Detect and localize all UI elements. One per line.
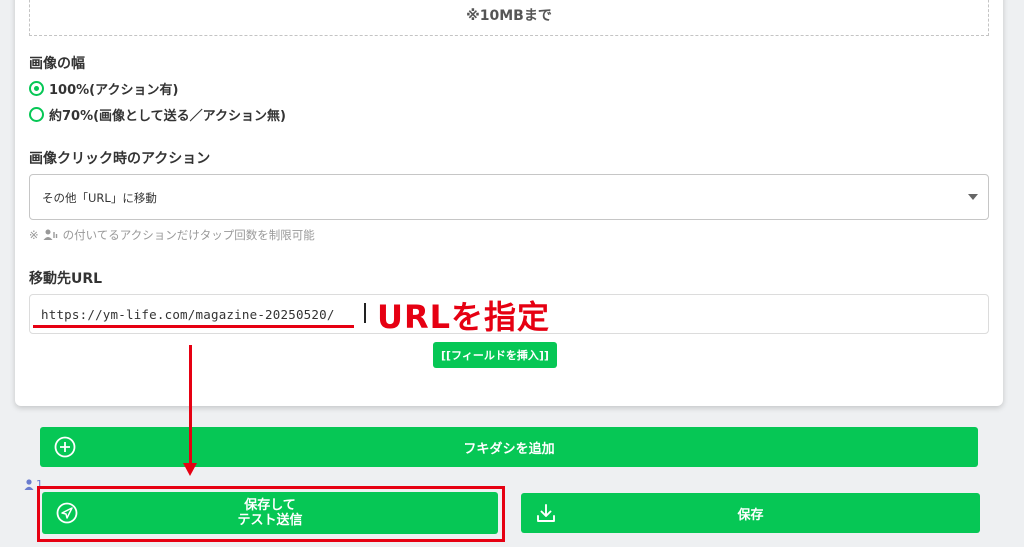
click-action-selected-value: その他「URL」に移動 bbox=[42, 191, 157, 205]
plus-circle-icon bbox=[54, 436, 76, 458]
text-caret bbox=[364, 303, 366, 323]
radio-width-70[interactable]: 約70%(画像として送る／アクション無) bbox=[29, 105, 286, 124]
add-bubble-button[interactable]: フキダシを追加 bbox=[40, 427, 978, 467]
person-icon bbox=[24, 479, 34, 490]
image-upload-dropzone[interactable]: ※10MBまで bbox=[29, 0, 989, 36]
dropdown-arrow-icon[interactable] bbox=[968, 194, 978, 200]
radio-width-100-label: 100%(アクション有) bbox=[49, 83, 179, 98]
insert-field-button[interactable]: [[フィールドを挿入]] bbox=[433, 342, 557, 368]
add-bubble-label: フキダシを追加 bbox=[463, 441, 555, 457]
download-icon bbox=[537, 504, 555, 522]
click-action-label: 画像クリック時のアクション bbox=[29, 151, 211, 167]
radio-checked-icon[interactable] bbox=[29, 81, 44, 96]
radio-width-100[interactable]: 100%(アクション有) bbox=[29, 79, 178, 98]
image-width-label: 画像の幅 bbox=[29, 56, 85, 72]
hint-prefix: ※ bbox=[29, 228, 39, 242]
message-editor-card: ※10MBまで 画像の幅 100%(アクション有) 約70%(画像として送る／ア… bbox=[15, 0, 1003, 406]
destination-url-label: 移動先URL bbox=[29, 271, 103, 287]
hint-text: の付いてるアクションだけタップ回数を制限可能 bbox=[62, 228, 315, 242]
save-label: 保存 bbox=[737, 507, 764, 523]
user-limit-icon bbox=[43, 229, 57, 240]
annotation-arrow-head-icon bbox=[183, 463, 197, 476]
annotation-highlight-box bbox=[37, 486, 505, 542]
annotation-text: URLを指定 bbox=[377, 298, 551, 336]
click-action-select[interactable]: その他「URL」に移動 bbox=[29, 174, 989, 220]
annotation-arrow-line bbox=[189, 345, 192, 465]
radio-unchecked-icon[interactable] bbox=[29, 107, 44, 122]
tap-limit-hint: ※ の付いてるアクションだけタップ回数を制限可能 bbox=[29, 227, 315, 243]
upload-size-note: ※10MBまで bbox=[466, 8, 552, 24]
annotation-underline bbox=[33, 325, 354, 328]
radio-width-70-label: 約70%(画像として送る／アクション無) bbox=[49, 109, 286, 124]
destination-url-value: https://ym-life.com/magazine-20250520/ bbox=[41, 307, 335, 322]
save-button[interactable]: 保存 bbox=[521, 493, 980, 533]
